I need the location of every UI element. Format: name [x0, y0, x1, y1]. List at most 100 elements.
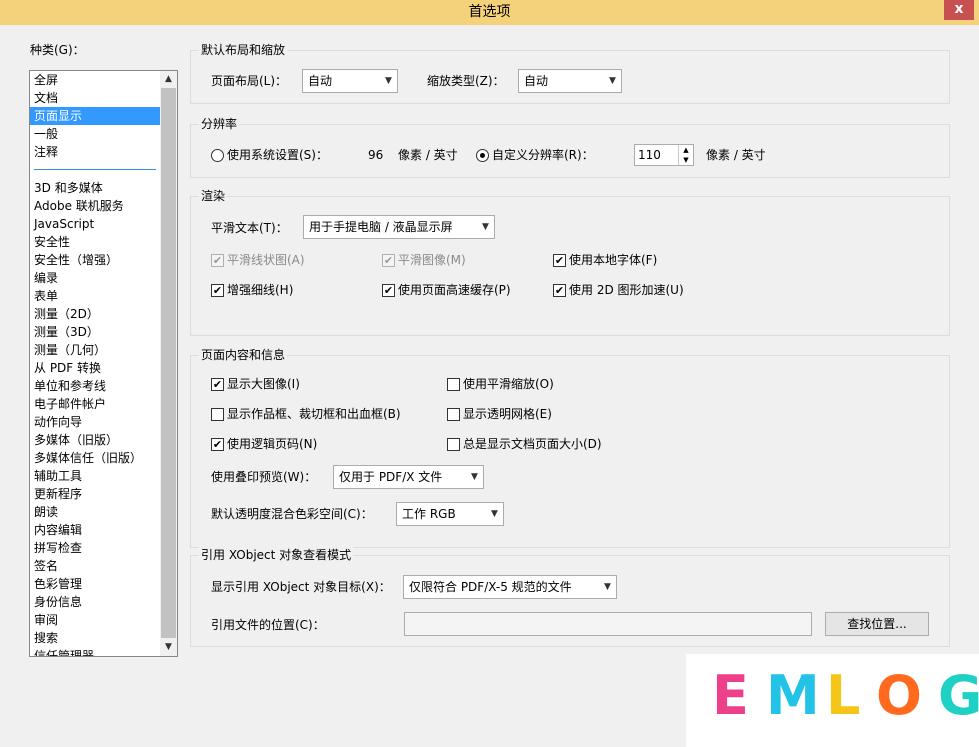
scroll-down-icon[interactable]: ▼ [160, 639, 177, 656]
list-item[interactable]: 从 PDF 转换 [30, 359, 160, 377]
smooth-lineart-checkbox[interactable]: ✔ 平滑线状图(A) [211, 252, 305, 268]
list-item[interactable]: 表单 [30, 287, 160, 305]
smooth-images-checkbox[interactable]: ✔ 平滑图像(M) [382, 252, 466, 268]
checkbox-label: 使用平滑缩放(O) [463, 377, 554, 391]
unit-label: 像素 / 英寸 [706, 148, 766, 162]
chevron-down-icon: ▼ [471, 472, 478, 482]
list-item[interactable]: 多媒体（旧版） [30, 431, 160, 449]
smooth-text-label: 平滑文本(T)： [211, 221, 288, 235]
list-item[interactable]: 单位和参考线 [30, 377, 160, 395]
resolution-group: 分辨率 使用系统设置(S)： 96 像素 / 英寸 自定义分辨率(R)： 110… [190, 116, 950, 178]
blend-space-label: 默认透明度混合色彩空间(C)： [211, 507, 373, 521]
group-title: 默认布局和缩放 [199, 42, 288, 58]
list-item[interactable]: 身份信息 [30, 593, 160, 611]
rendering-group: 渲染 平滑文本(T)： 用于手提电脑 / 液晶显示屏 ▼ ✔ 平滑线状图(A) ✔… [190, 188, 950, 336]
list-item[interactable]: 签名 [30, 557, 160, 575]
group-title: 页面内容和信息 [199, 347, 288, 363]
checkmark-icon: ✔ [382, 254, 395, 267]
list-item[interactable]: 测量（2D） [30, 305, 160, 323]
xobject-show-select[interactable]: 仅限符合 PDF/X-5 规范的文件 ▼ [403, 575, 617, 599]
checkmark-icon: ✔ [211, 438, 224, 451]
system-resolution-radio[interactable]: 使用系统设置(S)： [211, 147, 328, 163]
logo-letter: E [712, 664, 749, 727]
checkbox-label: 增强细线(H) [227, 283, 294, 297]
list-item[interactable]: 测量（3D） [30, 323, 160, 341]
checkbox-empty-icon [211, 408, 224, 421]
transparency-grid-checkbox[interactable]: 显示透明网格(E) [447, 406, 552, 422]
chevron-down-icon: ▼ [491, 509, 498, 519]
list-item[interactable]: 电子邮件帐户 [30, 395, 160, 413]
categories-scrollbar[interactable]: ▲ ▼ [160, 71, 177, 656]
logo-letter: M [766, 664, 820, 727]
list-item[interactable]: 搜索 [30, 629, 160, 647]
blend-space-select[interactable]: 工作 RGB ▼ [396, 502, 504, 526]
close-button[interactable]: x [944, 0, 974, 20]
large-images-checkbox[interactable]: ✔ 显示大图像(I) [211, 376, 300, 392]
zoom-type-value: 自动 [524, 74, 549, 88]
overprint-select[interactable]: 仅用于 PDF/X 文件 ▼ [333, 465, 484, 489]
list-item[interactable]: 审阅 [30, 611, 160, 629]
checkbox-label: 显示透明网格(E) [463, 407, 552, 421]
enhance-thin-lines-checkbox[interactable]: ✔ 增强细线(H) [211, 282, 293, 298]
checkbox-label: 显示作品框、裁切框和出血框(B) [227, 407, 401, 421]
checkbox-label: 显示大图像(I) [227, 377, 300, 391]
title-bar: 首选项 x [0, 0, 979, 25]
list-item[interactable]: 色彩管理 [30, 575, 160, 593]
group-title: 引用 XObject 对象查看模式 [199, 547, 354, 563]
list-item[interactable]: 文档 [30, 89, 160, 107]
chevron-down-icon: ▼ [609, 76, 616, 86]
list-item[interactable]: 安全性 [30, 233, 160, 251]
location-input[interactable] [404, 612, 812, 636]
list-item[interactable]: 编录 [30, 269, 160, 287]
gpu-2d-checkbox[interactable]: ✔ 使用 2D 图形加速(U) [553, 282, 684, 298]
preferences-dialog: 种类(G)： 全屏 文档 页面显示 一般 注释 3D 和多媒体 Adobe 联机服务 Java… [0, 25, 979, 747]
spin-up-icon[interactable]: ▲ [679, 145, 693, 155]
overprint-value: 仅用于 PDF/X 文件 [339, 470, 443, 484]
window-title: 首选项 [468, 4, 511, 20]
smooth-zoom-checkbox[interactable]: 使用平滑缩放(O) [447, 376, 554, 392]
logical-page-numbers-checkbox[interactable]: ✔ 使用逻辑页码(N) [211, 436, 317, 452]
checkbox-label: 使用逻辑页码(N) [227, 437, 318, 451]
smooth-text-select[interactable]: 用于手提电脑 / 液晶显示屏 ▼ [303, 215, 495, 239]
browse-button[interactable]: 查找位置... [825, 612, 929, 636]
list-item[interactable]: 拼写检查 [30, 539, 160, 557]
custom-resolution-label: 自定义分辨率(R)： [492, 148, 594, 162]
checkbox-empty-icon [447, 438, 460, 451]
spin-down-icon[interactable]: ▼ [679, 155, 693, 165]
list-item[interactable]: 3D 和多媒体 [30, 179, 160, 197]
local-fonts-checkbox[interactable]: ✔ 使用本地字体(F) [553, 252, 657, 268]
categories-list[interactable]: 全屏 文档 页面显示 一般 注释 3D 和多媒体 Adobe 联机服务 JavaScript 安… [29, 70, 178, 657]
page-cache-checkbox[interactable]: ✔ 使用页面高速缓存(P) [382, 282, 511, 298]
page-layout-select[interactable]: 自动 ▼ [302, 69, 398, 93]
list-item[interactable]: 一般 [30, 125, 160, 143]
custom-resolution-radio[interactable]: 自定义分辨率(R)： [476, 147, 594, 163]
page-content-group: 页面内容和信息 ✔ 显示大图像(I) 使用平滑缩放(O) 显示作品框、裁切框和出血… [190, 347, 950, 548]
scrollbar-thumb[interactable] [161, 88, 176, 638]
list-item[interactable]: 安全性（增强） [30, 251, 160, 269]
art-trim-bleed-checkbox[interactable]: 显示作品框、裁切框和出血框(B) [211, 406, 401, 422]
checkbox-empty-icon [447, 408, 460, 421]
zoom-type-select[interactable]: 自动 ▼ [518, 69, 622, 93]
list-item[interactable]: 测量（几何） [30, 341, 160, 359]
list-item[interactable]: 注释 [30, 143, 160, 161]
list-item[interactable]: Adobe 联机服务 [30, 197, 160, 215]
group-title: 渲染 [199, 188, 228, 204]
location-label: 引用文件的位置(C)： [211, 618, 325, 632]
overprint-label: 使用叠印预览(W)： [211, 470, 317, 484]
scroll-up-icon[interactable]: ▲ [160, 71, 177, 88]
custom-resolution-spinner[interactable]: 110 ▲ ▼ [634, 144, 694, 166]
close-icon: x [954, 1, 964, 17]
chevron-down-icon: ▼ [482, 222, 489, 232]
list-item[interactable]: 内容编辑 [30, 521, 160, 539]
list-item[interactable]: 动作向导 [30, 413, 160, 431]
list-divider [30, 161, 160, 179]
list-item[interactable]: 更新程序 [30, 485, 160, 503]
list-item[interactable]: 信任管理器 [30, 647, 160, 656]
document-page-size-checkbox[interactable]: 总是显示文档页面大小(D) [447, 436, 602, 452]
list-item[interactable]: 全屏 [30, 71, 160, 89]
list-item[interactable]: JavaScript [30, 215, 160, 233]
list-item[interactable]: 辅助工具 [30, 467, 160, 485]
list-item[interactable]: 朗读 [30, 503, 160, 521]
list-item[interactable]: 页面显示 [30, 107, 160, 125]
list-item[interactable]: 多媒体信任（旧版） [30, 449, 160, 467]
